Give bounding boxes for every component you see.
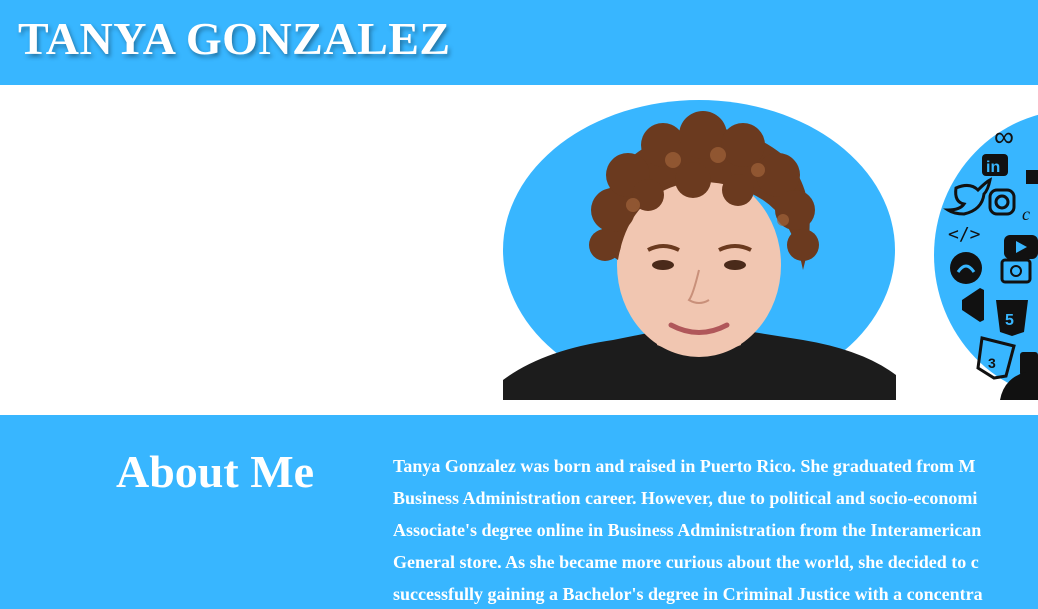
svg-text:5: 5 (1005, 312, 1014, 329)
github-icon (950, 252, 982, 284)
about-paragraph: Tanya Gonzalez was born and raised in Pu… (393, 450, 1038, 609)
code-icon: </> (948, 224, 981, 245)
about-line: successfully gaining a Bachelor's degree… (393, 584, 983, 604)
site-header: TANYA GONZALEZ (0, 0, 1038, 85)
svg-text:3: 3 (988, 355, 996, 371)
about-line: Business Administration career. However,… (393, 488, 978, 508)
tech-icons-image: in </> 5 3 ∞ c (934, 110, 1038, 400)
portrait-photo (503, 100, 896, 400)
about-heading: About Me (116, 446, 315, 497)
about-line: Associate's degree online in Business Ad… (393, 520, 982, 540)
svg-text:in: in (986, 159, 1000, 176)
site-title: TANYA GONZALEZ (18, 13, 451, 64)
hero-section: in </> 5 3 ∞ c (0, 85, 1038, 415)
svg-text:c: c (1022, 204, 1030, 224)
about-line: General store. As she became more curiou… (393, 552, 979, 572)
about-section: About Me Tanya Gonzalez was born and rai… (0, 415, 1038, 609)
svg-text:∞: ∞ (994, 121, 1014, 152)
about-line: Tanya Gonzalez was born and raised in Pu… (393, 456, 976, 476)
